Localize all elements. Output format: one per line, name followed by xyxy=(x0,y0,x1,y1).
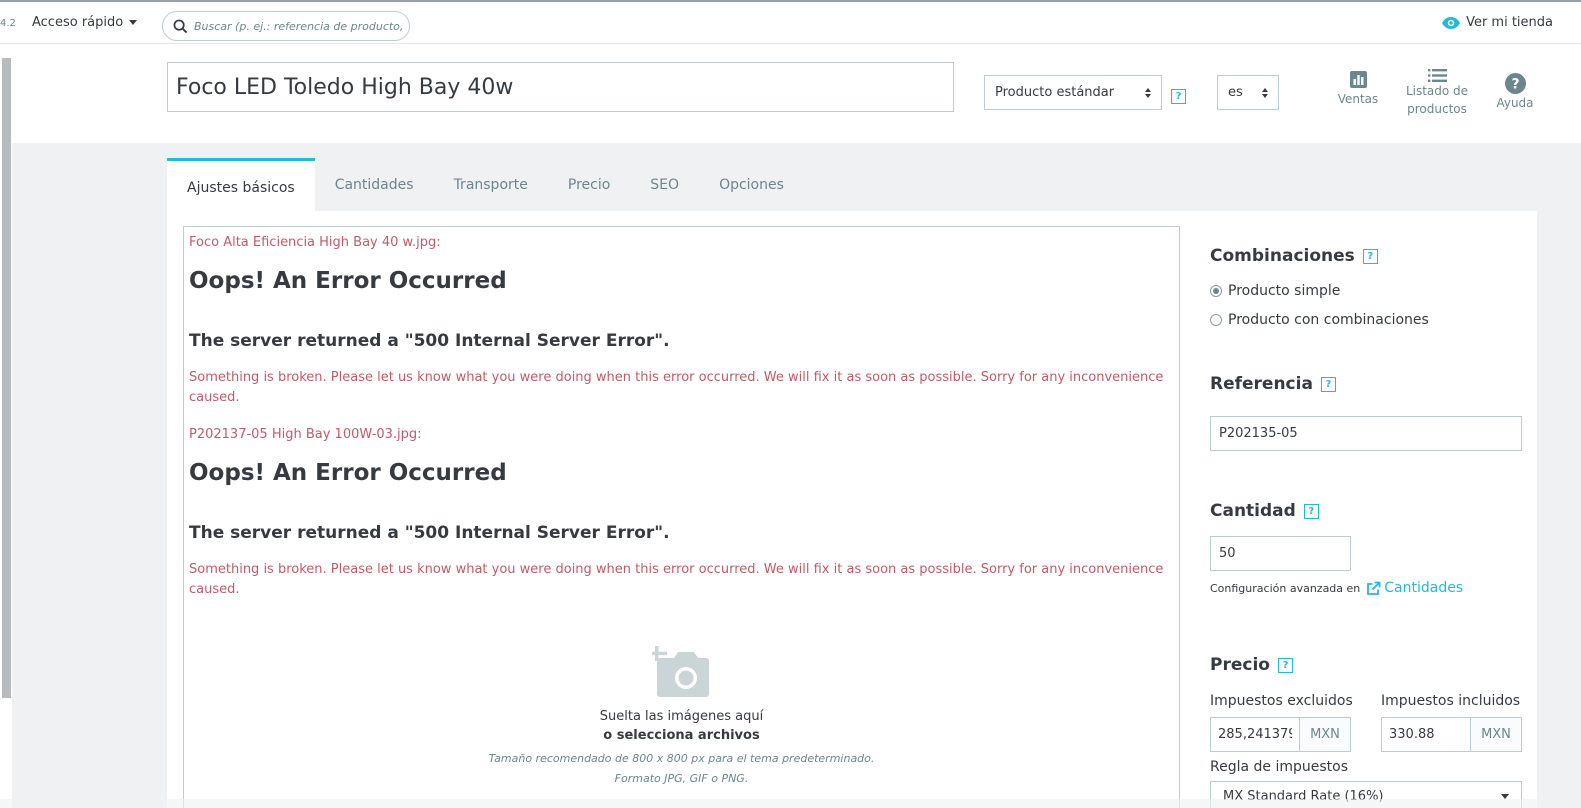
product-type-select[interactable]: Producto estándar xyxy=(984,75,1162,110)
reference-title: Referencia xyxy=(1210,374,1313,394)
sales-button[interactable]: Ventas xyxy=(1332,68,1384,108)
select-files-link[interactable]: o selecciona archivos xyxy=(184,728,1179,743)
price-tax-included-group: MXN xyxy=(1381,717,1522,752)
product-list-label-1: Listado de xyxy=(1405,84,1469,98)
language-value: es xyxy=(1228,85,1243,100)
dropzone-instruction: Suelta las imágenes aquí xyxy=(599,709,764,724)
quick-access-menu[interactable]: Acceso rápido xyxy=(32,15,138,30)
price-heading: Precio ? xyxy=(1210,655,1293,675)
tab-options[interactable]: Opciones xyxy=(699,158,804,211)
tax-rule-label: Regla de impuestos xyxy=(1210,759,1349,775)
product-name-input[interactable] xyxy=(167,62,954,112)
advanced-settings-label: Configuración avanzada en xyxy=(1210,581,1361,595)
tax-included-label: Impuestos incluidos xyxy=(1381,693,1521,709)
tab-seo[interactable]: SEO xyxy=(630,158,699,211)
help-label: Ayuda xyxy=(1496,96,1534,110)
error-filename: Foco Alta Eficiencia High Bay 40 w.jpg: xyxy=(189,235,441,250)
quantities-link[interactable]: Cantidades xyxy=(1366,580,1463,596)
error-subtitle: The server returned a "500 Internal Serv… xyxy=(189,523,670,543)
tab-shipping[interactable]: Transporte xyxy=(434,158,548,211)
search-icon[interactable] xyxy=(173,19,188,34)
list-icon xyxy=(1427,68,1447,82)
radio-combinations-label: Producto con combinaciones xyxy=(1228,312,1429,328)
radio-simple-product[interactable]: Producto simple xyxy=(1210,283,1340,299)
quantity-input[interactable] xyxy=(1210,536,1351,571)
error-title: Oops! An Error Occurred xyxy=(189,460,507,486)
bar-chart-icon xyxy=(1349,70,1367,88)
currency-addon: MXN xyxy=(1299,718,1350,751)
dropzone-format-hint: Formato JPG, GIF o PNG. xyxy=(614,772,749,785)
reference-heading: Referencia ? xyxy=(1210,374,1336,394)
quantity-heading: Cantidad ? xyxy=(1210,501,1319,521)
price-tax-included-input[interactable] xyxy=(1382,718,1470,751)
product-tabs: Ajustes básicos Cantidades Transporte Pr… xyxy=(167,158,804,211)
product-list-button[interactable]: Listado de productos xyxy=(1404,68,1470,118)
quantity-title: Cantidad xyxy=(1210,501,1296,521)
help-button[interactable]: ? Ayuda xyxy=(1494,72,1536,112)
combinations-help-icon[interactable]: ? xyxy=(1362,248,1378,264)
product-type-help-icon[interactable]: ? xyxy=(1171,89,1186,104)
price-help-icon[interactable]: ? xyxy=(1277,657,1293,673)
product-type-value: Producto estándar xyxy=(995,85,1115,100)
language-select[interactable]: es xyxy=(1217,75,1279,110)
question-circle-icon: ? xyxy=(1504,72,1526,94)
caret-down-icon xyxy=(129,20,138,25)
combinations-heading: Combinaciones ? xyxy=(1210,246,1378,266)
tab-pricing[interactable]: Precio xyxy=(548,158,630,211)
search-box[interactable] xyxy=(162,11,410,41)
price-tax-excluded-input[interactable] xyxy=(1211,718,1299,751)
combinations-title: Combinaciones xyxy=(1210,246,1355,266)
price-tax-excluded-group: MXN xyxy=(1210,717,1351,752)
select-arrows-icon xyxy=(1145,87,1151,98)
error-subtitle: The server returned a "500 Internal Serv… xyxy=(189,331,670,351)
external-link-icon xyxy=(1367,581,1381,595)
search-input[interactable] xyxy=(194,19,404,33)
select-arrows-icon xyxy=(1262,87,1268,98)
view-shop-link[interactable]: Ver mi tienda xyxy=(1442,15,1553,30)
price-title: Precio xyxy=(1210,655,1270,675)
left-scroll-rail xyxy=(0,44,12,808)
version-number: 4.2 xyxy=(0,18,16,29)
product-list-label-2: productos xyxy=(1407,102,1467,116)
error-title: Oops! An Error Occurred xyxy=(189,268,507,294)
advanced-settings-row: Configuración avanzada en Cantidades xyxy=(1210,580,1463,596)
quick-access-label: Acceso rápido xyxy=(32,15,124,30)
quantity-help-icon[interactable]: ? xyxy=(1303,503,1319,519)
svg-text:?: ? xyxy=(1511,76,1519,92)
tax-excluded-label: Impuestos excluidos xyxy=(1210,693,1353,709)
caret-down-icon xyxy=(1501,793,1509,799)
currency-addon: MXN xyxy=(1470,718,1521,751)
image-dropzone[interactable]: Suelta las imágenes aquí o selecciona ar… xyxy=(184,645,1179,789)
tab-basic-settings[interactable]: Ajustes básicos xyxy=(167,158,315,211)
radio-product-with-combinations[interactable]: Producto con combinaciones xyxy=(1210,312,1429,328)
view-shop-label: Ver mi tienda xyxy=(1466,15,1553,30)
quantities-link-label: Cantidades xyxy=(1384,580,1464,596)
reference-input[interactable] xyxy=(1210,416,1522,451)
tab-quantities[interactable]: Cantidades xyxy=(315,158,434,211)
sales-label: Ventas xyxy=(1337,92,1379,106)
add-photo-icon xyxy=(651,646,709,697)
top-header: 4.2 Acceso rápido Ver mi tienda xyxy=(0,0,1581,44)
radio-simple-label: Producto simple xyxy=(1228,283,1341,299)
eye-icon xyxy=(1442,16,1461,29)
error-filename: P202137-05 High Bay 100W-03.jpg: xyxy=(189,427,422,442)
window-bottom-edge xyxy=(0,799,1581,808)
reference-help-icon[interactable]: ? xyxy=(1320,376,1336,392)
sidebar-scrollbar[interactable] xyxy=(2,58,11,698)
radio-checked-icon xyxy=(1210,285,1222,297)
radio-unchecked-icon xyxy=(1210,314,1222,326)
dropzone-size-hint: Tamaño recomendado de 800 x 800 px para … xyxy=(488,752,875,765)
error-message: Something is broken. Please let us know … xyxy=(189,370,1164,405)
error-message: Something is broken. Please let us know … xyxy=(189,562,1164,597)
